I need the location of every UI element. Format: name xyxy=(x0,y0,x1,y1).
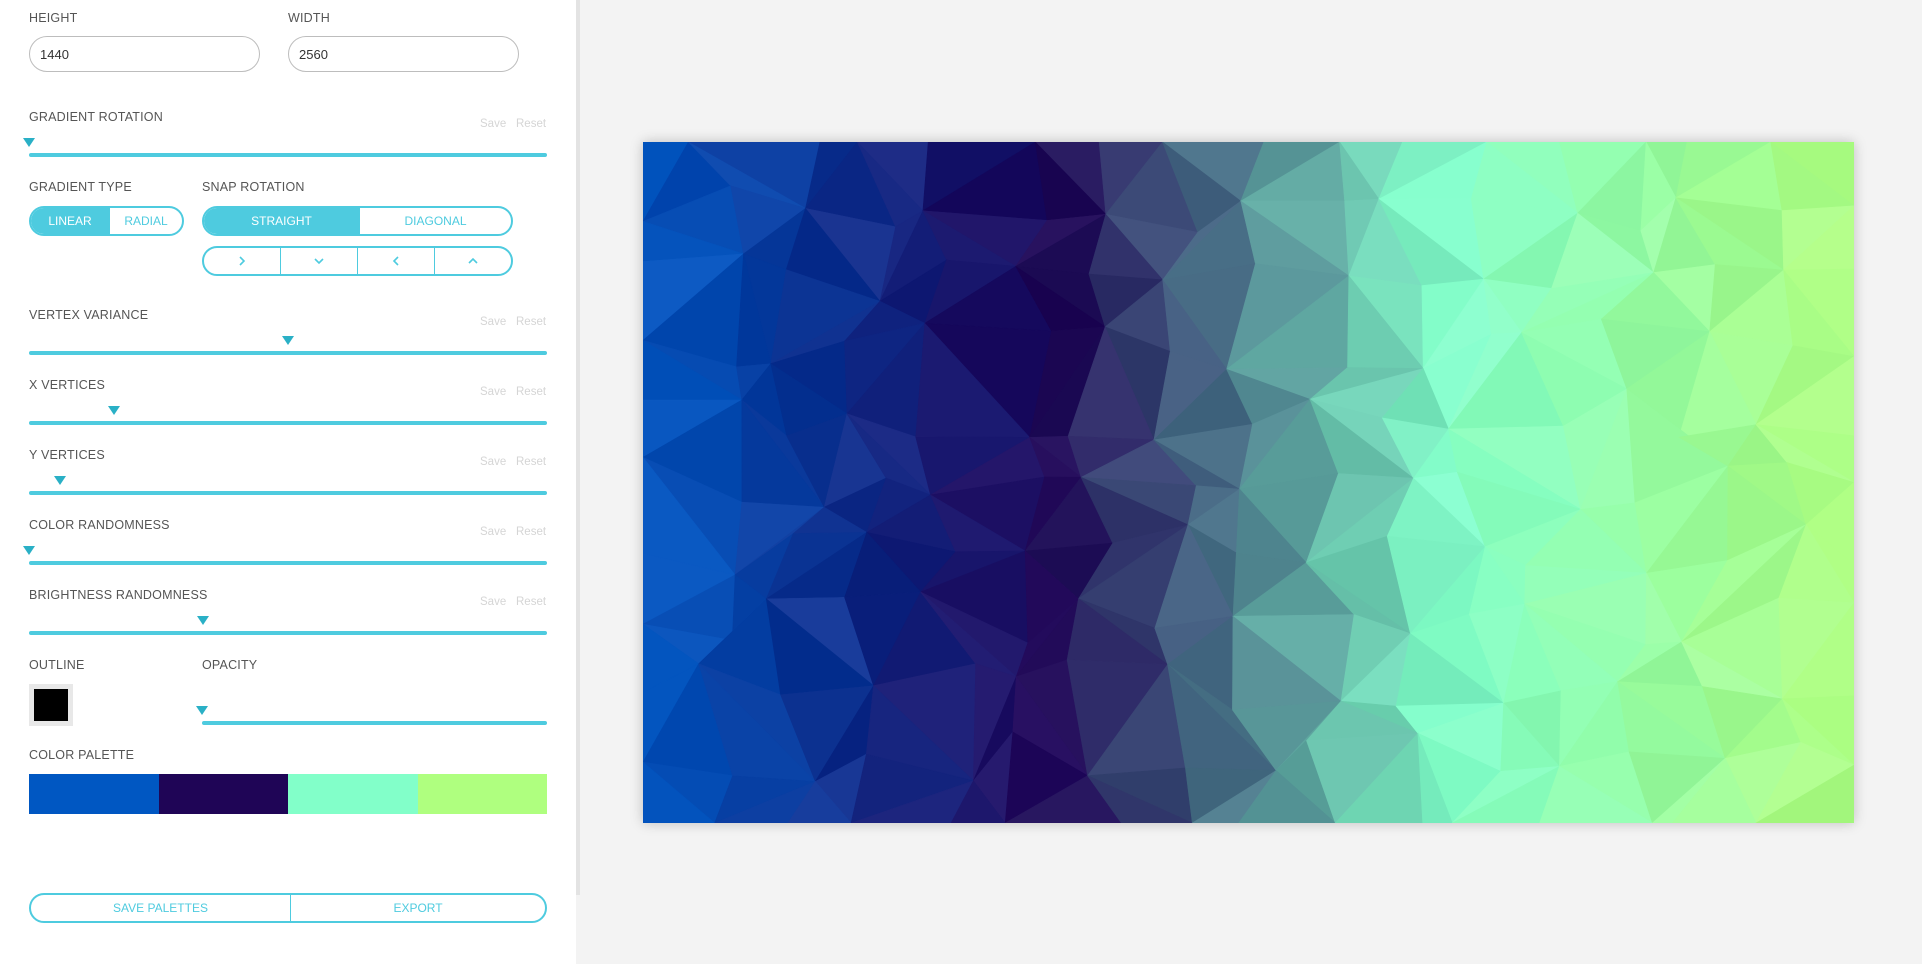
snap-right-button[interactable] xyxy=(204,248,280,274)
diagonal-option[interactable]: DIAGONAL xyxy=(359,208,511,234)
bottom-actions: SAVE PALETTES EXPORT xyxy=(29,893,547,923)
opacity-label: OPACITY xyxy=(202,658,258,672)
low-poly-preview xyxy=(643,142,1854,823)
y-vertices-save[interactable]: Save xyxy=(480,456,506,468)
color-randomness-reset[interactable]: Reset xyxy=(516,526,546,538)
y-vertices-reset[interactable]: Reset xyxy=(516,456,546,468)
chevron-up-icon xyxy=(468,257,478,264)
width-input[interactable] xyxy=(288,36,519,72)
chevron-right-icon xyxy=(239,256,246,266)
x-vertices-thumb[interactable] xyxy=(108,406,121,415)
height-label: HEIGHT xyxy=(29,11,78,25)
x-vertices-save[interactable]: Save xyxy=(480,386,506,398)
brightness-randomness-slider[interactable] xyxy=(29,631,547,635)
gradient-rotation-slider[interactable] xyxy=(29,153,547,157)
snap-down-button[interactable] xyxy=(280,248,357,274)
color-randomness-label: COLOR RANDOMNESS xyxy=(29,518,170,532)
palette-color-4[interactable] xyxy=(417,774,547,814)
y-vertices-thumb[interactable] xyxy=(54,476,67,485)
vertex-variance-slider[interactable] xyxy=(29,351,547,355)
save-palettes-button[interactable]: SAVE PALETTES xyxy=(31,895,290,921)
chevron-down-icon xyxy=(314,258,324,265)
x-vertices-slider[interactable] xyxy=(29,421,547,425)
color-randomness-slider[interactable] xyxy=(29,561,547,565)
palette-color-2[interactable] xyxy=(158,774,288,814)
snap-mode-toggle: STRAIGHT DIAGONAL xyxy=(202,206,513,236)
export-button[interactable]: EXPORT xyxy=(290,895,545,921)
snap-up-button[interactable] xyxy=(434,248,511,274)
vertex-variance-label: VERTEX VARIANCE xyxy=(29,308,149,322)
color-palette xyxy=(29,774,547,814)
brightness-randomness-reset[interactable]: Reset xyxy=(516,596,546,608)
brightness-randomness-thumb[interactable] xyxy=(196,616,209,625)
palette-color-3[interactable] xyxy=(288,774,418,814)
straight-option[interactable]: STRAIGHT xyxy=(204,208,359,234)
gradient-rotation-save[interactable]: Save xyxy=(480,118,506,130)
snap-rotation-label: SNAP ROTATION xyxy=(202,180,305,194)
color-randomness-save[interactable]: Save xyxy=(480,526,506,538)
gradient-rotation-reset[interactable]: Reset xyxy=(516,118,546,130)
color-randomness-thumb[interactable] xyxy=(23,546,35,555)
y-vertices-label: Y VERTICES xyxy=(29,448,105,462)
y-vertices-slider[interactable] xyxy=(29,491,547,495)
vertex-variance-reset[interactable]: Reset xyxy=(516,316,546,328)
brightness-randomness-save[interactable]: Save xyxy=(480,596,506,608)
preview-canvas xyxy=(643,142,1854,823)
color-palette-label: COLOR PALETTE xyxy=(29,748,135,762)
x-vertices-label: X VERTICES xyxy=(29,378,106,392)
x-vertices-reset[interactable]: Reset xyxy=(516,386,546,398)
height-input[interactable] xyxy=(29,36,260,72)
outline-color-swatch xyxy=(34,689,68,721)
palette-color-1[interactable] xyxy=(29,774,159,814)
vertex-variance-save[interactable]: Save xyxy=(480,316,506,328)
gradient-type-toggle: LINEAR RADIAL xyxy=(29,206,184,236)
snap-left-button[interactable] xyxy=(357,248,434,274)
radial-option[interactable]: RADIAL xyxy=(109,208,182,234)
gradient-rotation-thumb[interactable] xyxy=(23,138,35,147)
opacity-thumb[interactable] xyxy=(196,706,208,715)
settings-panel: HEIGHT WIDTH GRADIENT ROTATION Save Rese… xyxy=(0,0,576,964)
outline-label: OUTLINE xyxy=(29,658,85,672)
vertex-variance-thumb[interactable] xyxy=(282,336,294,345)
panel-divider xyxy=(576,0,580,895)
gradient-type-label: GRADIENT TYPE xyxy=(29,180,132,194)
snap-direction-group xyxy=(202,246,513,276)
outline-color-picker[interactable] xyxy=(29,684,73,726)
linear-option[interactable]: LINEAR xyxy=(31,208,109,234)
gradient-rotation-label: GRADIENT ROTATION xyxy=(29,110,163,124)
brightness-randomness-label: BRIGHTNESS RANDOMNESS xyxy=(29,588,208,602)
opacity-slider[interactable] xyxy=(202,721,547,725)
width-label: WIDTH xyxy=(288,11,330,25)
chevron-left-icon xyxy=(392,256,399,266)
